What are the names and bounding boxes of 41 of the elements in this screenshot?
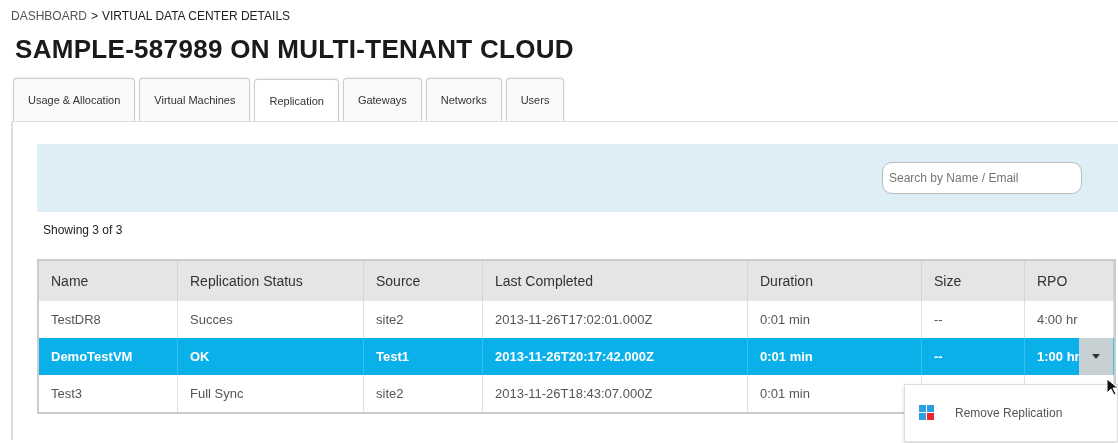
table-cell: -- <box>934 349 943 364</box>
breadcrumb-current: VIRTUAL DATA CENTER DETAILS <box>102 9 291 25</box>
table-cell: 0:01 min <box>760 386 810 401</box>
caret-icon <box>1092 354 1100 359</box>
tab[interactable]: Gateways <box>342 78 422 121</box>
table-cell: DemoTestVM <box>51 349 133 364</box>
table-cell: 0:01 min <box>760 349 813 364</box>
menu-item[interactable]: Remove Replication <box>905 385 1117 441</box>
table-cell: 2013-11-26T20:17:42.000Z <box>495 349 654 364</box>
table-cell: Test1 <box>376 349 409 364</box>
tab[interactable]: Virtual Machines <box>139 78 251 121</box>
table-cell: 4:00 hr <box>1037 312 1078 327</box>
breadcrumb-separator: > <box>91 9 99 25</box>
column-header: Duration <box>747 261 922 301</box>
tiles-icon <box>919 405 935 421</box>
table-cell: Succes <box>190 312 233 327</box>
breadcrumb-link[interactable]: DASHBOARD <box>11 9 87 26</box>
column-header: Name <box>39 261 178 301</box>
table-cell: 0:01 min <box>760 312 810 327</box>
tab[interactable]: Users <box>505 78 565 121</box>
table-cell: site2 <box>376 386 404 401</box>
column-header: Replication Status <box>177 261 364 301</box>
column-header: Size <box>921 261 1025 301</box>
table-cell: 2013-11-26T18:43:07.000Z <box>495 386 653 401</box>
column-header: Source <box>363 261 483 301</box>
table-cell: OK <box>190 349 210 364</box>
table-cell: Full Sync <box>190 386 244 401</box>
table-cell: site2 <box>376 312 404 327</box>
table-cell: 2013-11-26T17:02:01.000Z <box>495 312 653 327</box>
column-header: Last Completed <box>482 261 748 301</box>
result-count: Showing 3 of 3 <box>43 222 124 239</box>
row-menu-button[interactable] <box>1079 338 1113 375</box>
tab[interactable]: Networks <box>425 78 502 121</box>
table-cell: -- <box>934 312 943 327</box>
tab[interactable]: Usage & Allocation <box>13 78 136 121</box>
search-field[interactable]: Search by Name / Email <box>882 162 1082 194</box>
column-header: RPO <box>1024 261 1114 301</box>
tab[interactable]: Replication <box>254 79 339 122</box>
table-cell: Test3 <box>51 386 83 401</box>
table-cell: TestDR8 <box>51 312 101 327</box>
page-title: SAMPLE-587989 ON MULTI-TENANT CLOUD <box>15 33 575 65</box>
